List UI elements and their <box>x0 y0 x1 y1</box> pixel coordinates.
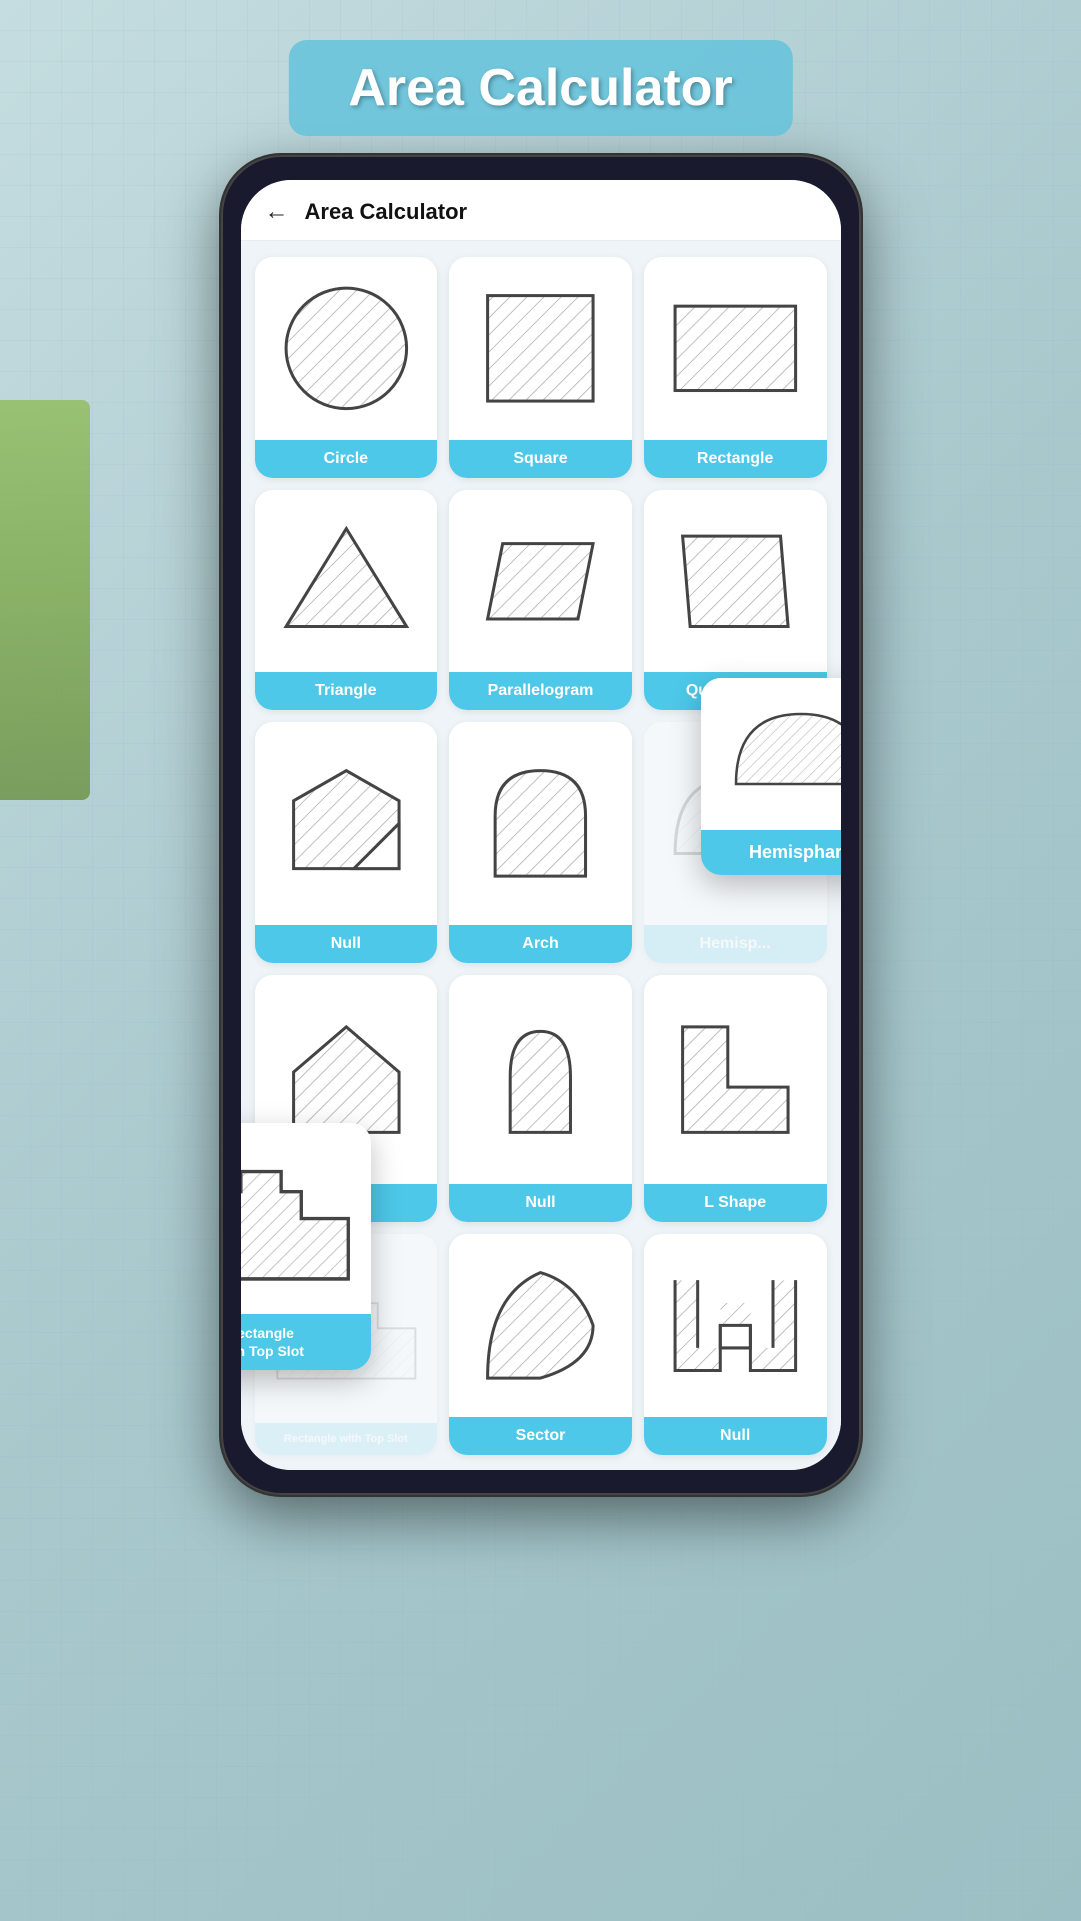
shape-preview-null4 <box>644 1234 827 1417</box>
shape-preview-parallelogram <box>449 490 632 673</box>
shape-preview-rectangle <box>644 257 827 440</box>
shape-label-null4: Null <box>644 1417 827 1455</box>
shape-preview-rect-top-slot-float <box>241 1123 371 1314</box>
shape-preview-triangle <box>255 490 438 673</box>
app-title-banner: Area Calculator <box>288 40 792 136</box>
shape-label-triangle: Triangle <box>255 672 438 710</box>
shape-label-hemisphare-ghost: Hemisp... <box>644 925 827 963</box>
shape-card-triangle[interactable]: Triangle <box>255 490 438 711</box>
shape-label-arch: Arch <box>449 925 632 963</box>
phone-screen: ← Area Calculator <box>241 180 841 1470</box>
shape-label-sector: Sector <box>449 1417 632 1455</box>
shape-card-arch[interactable]: Arch <box>449 722 632 963</box>
shape-label-lshape: L Shape <box>644 1184 827 1222</box>
shape-preview-lshape <box>644 975 827 1184</box>
shape-preview-square <box>449 257 632 440</box>
shape-label-square: Square <box>449 440 632 478</box>
shape-label-hemisphare-float: Hemisphare <box>701 830 841 875</box>
shape-preview-quadrilateral <box>644 490 827 673</box>
decoration-ruler <box>0 400 90 800</box>
shape-label-rect-top-slot-ghost: Rectangle with Top Slot <box>255 1423 438 1455</box>
shape-preview-arch <box>449 722 632 925</box>
shape-label-null1: Null <box>255 925 438 963</box>
shape-card-rectangle[interactable]: Rectangle <box>644 257 827 478</box>
shape-card-circle[interactable]: Circle <box>255 257 438 478</box>
shape-label-circle: Circle <box>255 440 438 478</box>
shape-card-null1[interactable]: Null <box>255 722 438 963</box>
shape-preview-circle <box>255 257 438 440</box>
back-button[interactable]: ← <box>265 198 289 226</box>
shape-preview-hemisphare-float <box>701 678 841 830</box>
shape-preview-null1 <box>255 722 438 925</box>
app-title-text: Area Calculator <box>348 59 732 117</box>
phone-frame: ← Area Calculator <box>221 155 861 1495</box>
shape-preview-null3 <box>449 975 632 1184</box>
shape-label-rect-top-slot-float: Rectanglewith Top Slot <box>241 1314 371 1370</box>
shape-card-null3[interactable]: Null <box>449 975 632 1222</box>
screen-header: ← Area Calculator <box>241 180 841 241</box>
screen-title: Area Calculator <box>305 199 468 225</box>
shape-card-lshape[interactable]: L Shape <box>644 975 827 1222</box>
floating-card-hemisphare[interactable]: Hemisphare <box>701 678 841 875</box>
shape-label-rectangle: Rectangle <box>644 440 827 478</box>
shape-card-square[interactable]: Square <box>449 257 632 478</box>
shape-card-parallelogram[interactable]: Parallelogram <box>449 490 632 711</box>
shape-card-sector[interactable]: Sector <box>449 1234 632 1455</box>
shape-card-null4[interactable]: Null <box>644 1234 827 1455</box>
shape-label-parallelogram: Parallelogram <box>449 672 632 710</box>
floating-card-rect-top-slot[interactable]: Rectanglewith Top Slot <box>241 1123 371 1370</box>
shape-preview-sector <box>449 1234 632 1417</box>
shape-label-null3: Null <box>449 1184 632 1222</box>
